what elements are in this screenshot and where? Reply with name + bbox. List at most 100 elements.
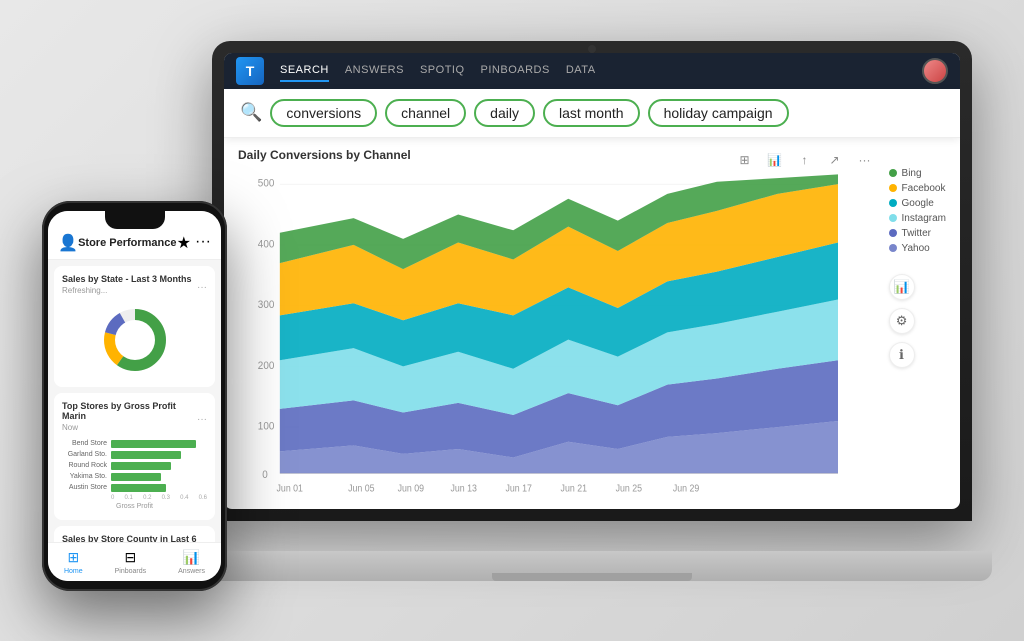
axis-4: 0.4 — [180, 495, 188, 501]
svg-text:0: 0 — [262, 469, 268, 481]
share-btn[interactable]: ↗ — [823, 148, 847, 172]
donut-card-sub: Refreshing... — [62, 286, 192, 295]
answers-icon: 📊 — [183, 549, 200, 566]
legend-facebook-dot — [889, 184, 897, 192]
more-btn[interactable]: ··· — [853, 148, 877, 172]
bar-card-title: Top Stores by Gross Profit Marin — [62, 401, 197, 421]
bar-label-3: Round Rock — [62, 462, 107, 469]
chart-top-actions: ⊞ 📊 ↑ ↗ ··· — [733, 148, 877, 172]
chart-header: Daily Conversions by Channel ⊞ 📊 ↑ ↗ ··· — [238, 148, 877, 168]
nav-spotiq[interactable]: SPOTIQ — [420, 60, 465, 82]
phone-card-donut: Sales by State - Last 3 Months Refreshin… — [54, 266, 215, 387]
legend-twitter: Twitter — [889, 228, 931, 239]
phone-card-bar: Top Stores by Gross Profit Marin Now ···… — [54, 393, 215, 520]
app-navbar: T SEARCH ANSWERS SPOTIQ PINBOARDS DATA — [224, 53, 960, 89]
search-bar: 🔍 conversions channel daily last month h… — [224, 89, 960, 138]
user-avatar[interactable] — [922, 58, 948, 84]
bar-row-4: Yakima Sto. — [62, 473, 207, 481]
legend-instagram-label: Instagram — [902, 213, 946, 224]
chart-wrapper: 500 400 300 200 100 0 — [238, 172, 877, 500]
legend-twitter-dot — [889, 229, 897, 237]
home-icon: ⊞ — [67, 549, 79, 566]
phone-notch — [105, 211, 165, 229]
svg-text:500: 500 — [258, 178, 275, 190]
bar-fill-2 — [111, 451, 181, 459]
answers-label: Answers — [178, 568, 205, 575]
table-view-btn[interactable]: ⊞ — [733, 148, 757, 172]
chart-view-btn[interactable]: 📊 — [763, 148, 787, 172]
axis-2: 0.2 — [143, 495, 151, 501]
laptop-camera — [588, 45, 596, 53]
nav-items: SEARCH ANSWERS SPOTIQ PINBOARDS DATA — [280, 60, 906, 82]
bar-fill-5 — [111, 484, 166, 492]
phone-screen: 👤 Store Performance ★ ··· Sales by State… — [48, 211, 221, 581]
phone-nav-answers[interactable]: 📊 Answers — [178, 549, 205, 575]
svg-text:Jun 01: Jun 01 — [277, 483, 303, 493]
legend-instagram: Instagram — [889, 213, 946, 224]
svg-text:Jun 21: Jun 21 — [561, 483, 587, 493]
right-action-buttons: 📊 ⚙ ℹ — [889, 274, 915, 368]
bar-card-sub: Now — [62, 423, 197, 432]
chart-main: Daily Conversions by Channel ⊞ 📊 ↑ ↗ ··· — [238, 148, 877, 496]
pinboards-label: Pinboards — [115, 568, 147, 575]
phone-nav-pinboards[interactable]: ⊟ Pinboards — [115, 549, 147, 575]
donut-chart — [62, 301, 207, 379]
svg-text:200: 200 — [258, 360, 275, 372]
svg-text:Jun 13: Jun 13 — [450, 483, 476, 493]
bar-label-5: Austin Store — [62, 484, 107, 491]
chart-area: Daily Conversions by Channel ⊞ 📊 ↑ ↗ ··· — [224, 138, 960, 506]
home-label: Home — [64, 568, 83, 575]
bar-label-2: Garland Sto. — [62, 451, 107, 458]
legend-facebook: Facebook — [889, 183, 946, 194]
search-chip-last-month[interactable]: last month — [543, 99, 640, 127]
phone-more-icon[interactable]: ··· — [195, 233, 211, 253]
phone-nav-home[interactable]: ⊞ Home — [64, 549, 83, 575]
phone-star-icon[interactable]: ★ — [177, 233, 191, 253]
card3-title: Sales by Store County in Last 6 Months — [62, 534, 197, 542]
nav-pinboards[interactable]: PINBOARDS — [481, 60, 550, 82]
donut-more-icon[interactable]: ··· — [197, 282, 207, 293]
legend-bing: Bing — [889, 168, 922, 179]
search-chip-daily[interactable]: daily — [474, 99, 535, 127]
bar-chart: Bend Store Garland Sto. Round Rock — [62, 438, 207, 512]
legend-google-label: Google — [902, 198, 934, 209]
search-chip-channel[interactable]: channel — [385, 99, 466, 127]
legend-yahoo-dot — [889, 244, 897, 252]
bar-row-1: Bend Store — [62, 440, 207, 448]
chart-title: Daily Conversions by Channel — [238, 148, 411, 162]
info-btn[interactable]: ℹ — [889, 342, 915, 368]
nav-answers[interactable]: ANSWERS — [345, 60, 404, 82]
svg-text:Jun 29: Jun 29 — [673, 483, 699, 493]
donut-card-title: Sales by State - Last 3 Months — [62, 274, 192, 284]
stacked-area-chart: 500 400 300 200 100 0 — [238, 172, 877, 500]
bar-fill-1 — [111, 440, 196, 448]
settings-btn[interactable]: ⚙ — [889, 308, 915, 334]
axis-3: 0.3 — [162, 495, 170, 501]
search-chip-holiday[interactable]: holiday campaign — [648, 99, 789, 127]
app-logo: T — [236, 57, 264, 85]
search-chip-conversions[interactable]: conversions — [270, 99, 377, 127]
bar-chart-toggle[interactable]: 📊 — [889, 274, 915, 300]
bar-fill-3 — [111, 462, 171, 470]
bar-more-icon[interactable]: ··· — [197, 414, 207, 425]
donut-svg — [100, 305, 170, 375]
phone-bottom-nav: ⊞ Home ⊟ Pinboards 📊 Answers — [48, 542, 221, 581]
laptop-body: T SEARCH ANSWERS SPOTIQ PINBOARDS DATA 🔍… — [212, 41, 972, 521]
bar-axis: 0 0.1 0.2 0.3 0.4 0.6 — [62, 495, 207, 501]
legend-google: Google — [889, 198, 934, 209]
chart-legend-sidebar: Bing Facebook Google Instagram — [889, 148, 946, 496]
laptop-screen: T SEARCH ANSWERS SPOTIQ PINBOARDS DATA 🔍… — [224, 53, 960, 509]
svg-text:300: 300 — [258, 299, 275, 311]
legend-yahoo: Yahoo — [889, 243, 930, 254]
svg-text:100: 100 — [258, 421, 275, 433]
nav-search[interactable]: SEARCH — [280, 60, 329, 82]
bar-row-3: Round Rock — [62, 462, 207, 470]
bar-x-title: Gross Profit — [62, 503, 207, 510]
svg-text:Jun 17: Jun 17 — [506, 483, 532, 493]
nav-data[interactable]: DATA — [566, 60, 596, 82]
pin-btn[interactable]: ↑ — [793, 148, 817, 172]
legend-facebook-label: Facebook — [902, 183, 946, 194]
laptop: T SEARCH ANSWERS SPOTIQ PINBOARDS DATA 🔍… — [212, 41, 992, 581]
laptop-base — [192, 551, 992, 581]
bar-fill-4 — [111, 473, 161, 481]
